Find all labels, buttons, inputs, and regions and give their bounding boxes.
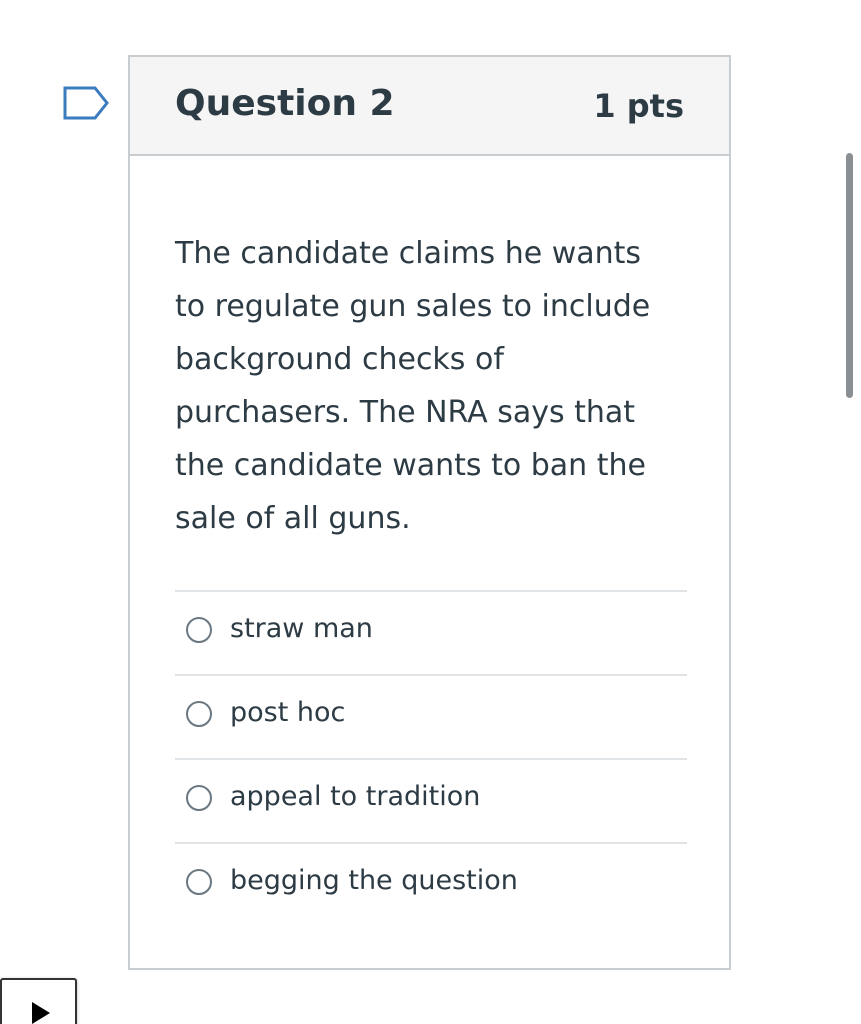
radio-button[interactable] <box>186 701 212 727</box>
radio-button[interactable] <box>186 869 212 895</box>
radio-button[interactable] <box>186 785 212 811</box>
answer-option-begging-the-question[interactable]: begging the question <box>175 842 687 926</box>
answer-label: begging the question <box>230 865 518 896</box>
play-button[interactable] <box>0 978 77 1024</box>
play-icon <box>32 1002 50 1024</box>
question-text: The candidate claims he wants to regulat… <box>175 236 651 536</box>
answer-option-post-hoc[interactable]: post hoc <box>175 674 687 758</box>
question-card: Question 2 1 pts The candidate claims he… <box>128 55 731 970</box>
flag-question-icon[interactable] <box>62 85 110 121</box>
question-points: 1 pts <box>593 87 684 125</box>
answer-label: straw man <box>230 613 373 644</box>
answer-label: post hoc <box>230 697 346 728</box>
answer-option-appeal-to-tradition[interactable]: appeal to tradition <box>175 758 687 842</box>
answer-list: straw man post hoc appeal to tradition b… <box>175 590 687 926</box>
answer-label: appeal to tradition <box>230 781 481 812</box>
scrollbar-thumb[interactable] <box>846 153 853 398</box>
radio-button[interactable] <box>186 617 212 643</box>
answer-option-straw-man[interactable]: straw man <box>175 590 687 674</box>
quiz-page: Question 2 1 pts The candidate claims he… <box>0 0 861 1024</box>
question-title: Question 2 <box>175 83 395 124</box>
question-header: Question 2 1 pts <box>130 57 729 156</box>
